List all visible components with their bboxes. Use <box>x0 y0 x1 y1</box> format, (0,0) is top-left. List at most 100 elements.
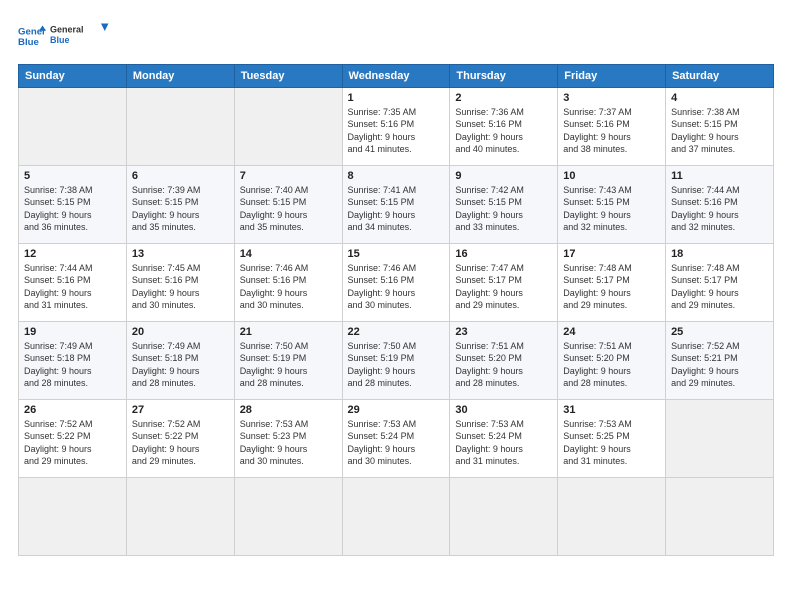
day-info: Sunrise: 7:53 AM Sunset: 5:25 PM Dayligh… <box>563 418 660 468</box>
calendar-cell: 30Sunrise: 7:53 AM Sunset: 5:24 PM Dayli… <box>450 399 558 477</box>
calendar-cell: 22Sunrise: 7:50 AM Sunset: 5:19 PM Dayli… <box>342 321 450 399</box>
calendar-cell: 25 Sunrise: 7:52 AM Sunset: 5:21 PM Dayli… <box>666 321 774 399</box>
day-info: Sunrise: 7:37 AM Sunset: 5:16 PM Dayligh… <box>563 106 660 156</box>
day-number: 3 <box>563 92 660 104</box>
svg-text:Blue: Blue <box>50 35 70 45</box>
day-info: Sunrise: 7:47 AM Sunset: 5:17 PM Dayligh… <box>455 262 552 312</box>
calendar-cell: 4Sunrise: 7:38 AM Sunset: 5:15 PM Daylig… <box>666 87 774 165</box>
day-info: Sunrise: 7:48 AM Sunset: 5:17 PM Dayligh… <box>671 262 768 312</box>
day-number: 25 <box>671 326 768 338</box>
weekday-header-thursday: Thursday <box>450 64 558 87</box>
calendar-row <box>19 477 774 555</box>
calendar-cell: 12 Sunrise: 7:44 AM Sunset: 5:16 PM Dayli… <box>19 243 127 321</box>
day-info: Sunrise: 7:46 AM Sunset: 5:16 PM Dayligh… <box>348 262 445 312</box>
day-info: Sunrise: 7:35 AM Sunset: 5:16 PM Dayligh… <box>348 106 445 156</box>
calendar-cell <box>342 477 450 555</box>
day-info: Sunrise: 7:39 AM Sunset: 5:15 PM Dayligh… <box>132 184 229 234</box>
weekday-header-wednesday: Wednesday <box>342 64 450 87</box>
day-number: 24 <box>563 326 660 338</box>
day-info: Sunrise: 7:42 AM Sunset: 5:15 PM Dayligh… <box>455 184 552 234</box>
day-number: 4 <box>671 92 768 104</box>
day-number: 28 <box>240 404 337 416</box>
calendar-cell: 11Sunrise: 7:44 AM Sunset: 5:16 PM Dayli… <box>666 165 774 243</box>
calendar-cell: 2 Sunrise: 7:36 AM Sunset: 5:16 PM Daylig… <box>450 87 558 165</box>
calendar-cell: 28 Sunrise: 7:53 AM Sunset: 5:23 PM Dayli… <box>234 399 342 477</box>
day-info: Sunrise: 7:51 AM Sunset: 5:20 PM Dayligh… <box>563 340 660 390</box>
day-number: 9 <box>455 170 552 182</box>
day-number: 18 <box>671 248 768 260</box>
day-info: Sunrise: 7:53 AM Sunset: 5:23 PM Dayligh… <box>240 418 337 468</box>
calendar-cell: 13Sunrise: 7:45 AM Sunset: 5:16 PM Dayli… <box>126 243 234 321</box>
calendar-cell: 8 Sunrise: 7:41 AM Sunset: 5:15 PM Daylig… <box>342 165 450 243</box>
day-number: 12 <box>24 248 121 260</box>
day-number: 22 <box>348 326 445 338</box>
day-info: Sunrise: 7:49 AM Sunset: 5:18 PM Dayligh… <box>24 340 121 390</box>
calendar-cell <box>558 477 666 555</box>
logo: General Blue General Blue <box>18 18 110 54</box>
logo-line1: General Blue <box>50 18 110 54</box>
weekday-header-tuesday: Tuesday <box>234 64 342 87</box>
calendar-table: SundayMondayTuesdayWednesdayThursdayFrid… <box>18 64 774 556</box>
day-info: Sunrise: 7:53 AM Sunset: 5:24 PM Dayligh… <box>455 418 552 468</box>
day-info: Sunrise: 7:43 AM Sunset: 5:15 PM Dayligh… <box>563 184 660 234</box>
calendar-row: 5 Sunrise: 7:38 AM Sunset: 5:15 PM Daylig… <box>19 165 774 243</box>
day-info: Sunrise: 7:53 AM Sunset: 5:24 PM Dayligh… <box>348 418 445 468</box>
calendar-cell: 26Sunrise: 7:52 AM Sunset: 5:22 PM Dayli… <box>19 399 127 477</box>
day-number: 1 <box>348 92 445 104</box>
calendar-cell <box>666 399 774 477</box>
calendar-cell: 24 Sunrise: 7:51 AM Sunset: 5:20 PM Dayli… <box>558 321 666 399</box>
calendar-cell: 29 Sunrise: 7:53 AM Sunset: 5:24 PM Dayli… <box>342 399 450 477</box>
day-info: Sunrise: 7:38 AM Sunset: 5:15 PM Dayligh… <box>24 184 121 234</box>
weekday-header-sunday: Sunday <box>19 64 127 87</box>
calendar-cell: 5 Sunrise: 7:38 AM Sunset: 5:15 PM Daylig… <box>19 165 127 243</box>
calendar-cell: 23 Sunrise: 7:51 AM Sunset: 5:20 PM Dayli… <box>450 321 558 399</box>
day-info: Sunrise: 7:52 AM Sunset: 5:21 PM Dayligh… <box>671 340 768 390</box>
day-info: Sunrise: 7:41 AM Sunset: 5:15 PM Dayligh… <box>348 184 445 234</box>
day-number: 6 <box>132 170 229 182</box>
day-number: 8 <box>348 170 445 182</box>
day-info: Sunrise: 7:48 AM Sunset: 5:17 PM Dayligh… <box>563 262 660 312</box>
day-number: 23 <box>455 326 552 338</box>
calendar-cell <box>450 477 558 555</box>
day-info: Sunrise: 7:44 AM Sunset: 5:16 PM Dayligh… <box>24 262 121 312</box>
calendar-cell: 19 Sunrise: 7:49 AM Sunset: 5:18 PM Dayli… <box>19 321 127 399</box>
calendar-cell: 17 Sunrise: 7:48 AM Sunset: 5:17 PM Dayli… <box>558 243 666 321</box>
calendar-cell <box>19 477 127 555</box>
weekday-header-monday: Monday <box>126 64 234 87</box>
weekday-header-friday: Friday <box>558 64 666 87</box>
day-number: 29 <box>348 404 445 416</box>
day-info: Sunrise: 7:36 AM Sunset: 5:16 PM Dayligh… <box>455 106 552 156</box>
calendar-row: 26Sunrise: 7:52 AM Sunset: 5:22 PM Dayli… <box>19 399 774 477</box>
calendar-cell: 31 Sunrise: 7:53 AM Sunset: 5:25 PM Dayli… <box>558 399 666 477</box>
day-number: 31 <box>563 404 660 416</box>
calendar-cell <box>19 87 127 165</box>
calendar-cell: 7Sunrise: 7:40 AM Sunset: 5:15 PM Daylig… <box>234 165 342 243</box>
day-info: Sunrise: 7:40 AM Sunset: 5:15 PM Dayligh… <box>240 184 337 234</box>
calendar-cell: 27 Sunrise: 7:52 AM Sunset: 5:22 PM Dayli… <box>126 399 234 477</box>
day-number: 5 <box>24 170 121 182</box>
day-number: 19 <box>24 326 121 338</box>
calendar-cell: 10 Sunrise: 7:43 AM Sunset: 5:15 PM Dayli… <box>558 165 666 243</box>
day-number: 10 <box>563 170 660 182</box>
calendar-cell <box>126 477 234 555</box>
day-number: 17 <box>563 248 660 260</box>
header: General Blue General Blue <box>18 18 774 54</box>
calendar-cell: 18 Sunrise: 7:48 AM Sunset: 5:17 PM Dayli… <box>666 243 774 321</box>
day-number: 15 <box>348 248 445 260</box>
calendar-cell: 1 Sunrise: 7:35 AM Sunset: 5:16 PM Daylig… <box>342 87 450 165</box>
day-info: Sunrise: 7:46 AM Sunset: 5:16 PM Dayligh… <box>240 262 337 312</box>
day-info: Sunrise: 7:44 AM Sunset: 5:16 PM Dayligh… <box>671 184 768 234</box>
calendar-row: 1 Sunrise: 7:35 AM Sunset: 5:16 PM Daylig… <box>19 87 774 165</box>
calendar-row: 12 Sunrise: 7:44 AM Sunset: 5:16 PM Dayli… <box>19 243 774 321</box>
calendar-cell <box>234 87 342 165</box>
calendar-cell: 9 Sunrise: 7:42 AM Sunset: 5:15 PM Daylig… <box>450 165 558 243</box>
day-number: 2 <box>455 92 552 104</box>
day-number: 27 <box>132 404 229 416</box>
calendar-cell: 20Sunrise: 7:49 AM Sunset: 5:18 PM Dayli… <box>126 321 234 399</box>
day-number: 14 <box>240 248 337 260</box>
day-info: Sunrise: 7:52 AM Sunset: 5:22 PM Dayligh… <box>132 418 229 468</box>
day-info: Sunrise: 7:51 AM Sunset: 5:20 PM Dayligh… <box>455 340 552 390</box>
weekday-header-row: SundayMondayTuesdayWednesdayThursdayFrid… <box>19 64 774 87</box>
day-number: 20 <box>132 326 229 338</box>
weekday-header-saturday: Saturday <box>666 64 774 87</box>
